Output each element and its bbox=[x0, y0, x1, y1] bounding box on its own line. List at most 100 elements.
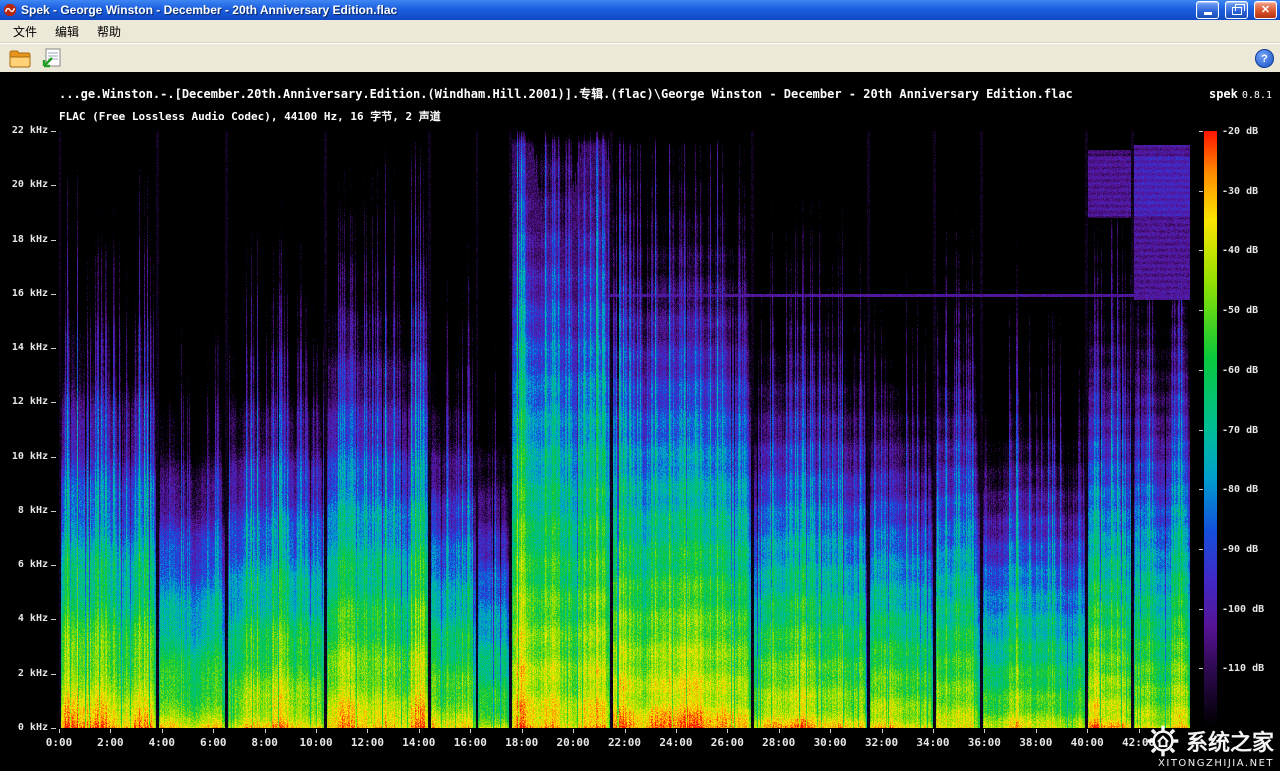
time-tick-mark bbox=[522, 729, 523, 733]
time-tick-label: 16:00 bbox=[450, 736, 490, 749]
freq-tick-mark bbox=[51, 511, 56, 512]
freq-tick-label: 10 kHz bbox=[4, 451, 48, 462]
freq-tick-label: 0 kHz bbox=[4, 722, 48, 733]
close-icon: ✕ bbox=[1261, 3, 1270, 17]
time-tick-label: 2:00 bbox=[90, 736, 130, 749]
freq-tick-mark bbox=[51, 674, 56, 675]
db-tick-mark bbox=[1199, 191, 1203, 192]
db-tick-mark bbox=[1199, 370, 1203, 371]
minimize-icon bbox=[1204, 12, 1212, 15]
time-tick-label: 38:00 bbox=[1016, 736, 1056, 749]
time-tick-label: 34:00 bbox=[913, 736, 953, 749]
freq-tick-label: 18 kHz bbox=[4, 234, 48, 245]
time-tick-mark bbox=[933, 729, 934, 733]
time-tick-label: 30:00 bbox=[810, 736, 850, 749]
db-tick-label: -100 dB bbox=[1222, 604, 1274, 615]
freq-tick-label: 14 kHz bbox=[4, 342, 48, 353]
time-tick-label: 12:00 bbox=[347, 736, 387, 749]
db-tick-mark bbox=[1199, 489, 1203, 490]
db-tick-label: -40 dB bbox=[1222, 245, 1274, 256]
db-tick-label: -30 dB bbox=[1222, 186, 1274, 197]
freq-tick-mark bbox=[51, 185, 56, 186]
db-tick-mark bbox=[1199, 430, 1203, 431]
time-tick-label: 18:00 bbox=[502, 736, 542, 749]
db-tick-label: -80 dB bbox=[1222, 484, 1274, 495]
menu-help[interactable]: 帮助 bbox=[88, 21, 130, 42]
time-tick-mark bbox=[367, 729, 368, 733]
menu-edit[interactable]: 编辑 bbox=[46, 21, 88, 42]
save-button[interactable] bbox=[37, 46, 64, 71]
time-tick-mark bbox=[727, 729, 728, 733]
menu-file[interactable]: 文件 bbox=[4, 21, 46, 42]
db-tick-label: -110 dB bbox=[1222, 663, 1274, 674]
db-tick-mark bbox=[1199, 310, 1203, 311]
spek-window: Spek - George Winston - December - 20th … bbox=[0, 0, 1280, 771]
freq-tick-label: 16 kHz bbox=[4, 288, 48, 299]
time-tick-mark bbox=[1036, 729, 1037, 733]
minimize-button[interactable] bbox=[1196, 1, 1219, 19]
time-tick-mark bbox=[419, 729, 420, 733]
time-tick-mark bbox=[573, 729, 574, 733]
save-icon bbox=[39, 47, 63, 71]
db-tick-mark bbox=[1199, 609, 1203, 610]
folder-open-icon bbox=[8, 47, 32, 71]
freq-tick-mark bbox=[51, 348, 56, 349]
freq-tick-mark bbox=[51, 565, 56, 566]
freq-tick-label: 20 kHz bbox=[4, 179, 48, 190]
time-tick-label: 40:00 bbox=[1067, 736, 1107, 749]
restore-button[interactable] bbox=[1225, 1, 1248, 19]
freq-tick-label: 4 kHz bbox=[4, 613, 48, 624]
time-tick-mark bbox=[213, 729, 214, 733]
time-tick-label: 22:00 bbox=[605, 736, 645, 749]
time-tick-label: 6:00 bbox=[193, 736, 233, 749]
time-tick-label: 26:00 bbox=[707, 736, 747, 749]
time-tick-label: 14:00 bbox=[399, 736, 439, 749]
app-version: spek 0.8.1 bbox=[1209, 85, 1272, 103]
db-tick-label: -20 dB bbox=[1222, 126, 1274, 137]
time-tick-mark bbox=[316, 729, 317, 733]
db-tick-label: -60 dB bbox=[1222, 365, 1274, 376]
freq-tick-label: 2 kHz bbox=[4, 668, 48, 679]
time-tick-label: 4:00 bbox=[142, 736, 182, 749]
time-tick-mark bbox=[1139, 729, 1140, 733]
time-tick-mark bbox=[676, 729, 677, 733]
time-tick-mark bbox=[110, 729, 111, 733]
app-name-label: spek bbox=[1209, 87, 1238, 101]
time-tick-mark bbox=[162, 729, 163, 733]
time-tick-mark bbox=[779, 729, 780, 733]
time-tick-mark bbox=[984, 729, 985, 733]
time-tick-label: 10:00 bbox=[296, 736, 336, 749]
title-bar[interactable]: Spek - George Winston - December - 20th … bbox=[0, 0, 1280, 20]
freq-tick-mark bbox=[51, 619, 56, 620]
time-tick-mark bbox=[59, 729, 60, 733]
window-title: Spek - George Winston - December - 20th … bbox=[21, 0, 1190, 20]
time-tick-mark bbox=[625, 729, 626, 733]
time-tick-label: 0:00 bbox=[39, 736, 79, 749]
db-tick-mark bbox=[1199, 250, 1203, 251]
freq-tick-mark bbox=[51, 294, 56, 295]
time-tick-label: 8:00 bbox=[245, 736, 285, 749]
format-info: FLAC (Free Lossless Audio Codec), 44100 … bbox=[59, 108, 441, 124]
freq-tick-mark bbox=[51, 402, 56, 403]
db-tick-label: -70 dB bbox=[1222, 425, 1274, 436]
db-tick-mark bbox=[1199, 549, 1203, 550]
help-icon[interactable]: ? bbox=[1255, 49, 1274, 68]
freq-tick-mark bbox=[51, 240, 56, 241]
freq-tick-mark bbox=[51, 131, 56, 132]
file-label: ...ge.Winston.-.[December.20th.Anniversa… bbox=[59, 85, 1189, 102]
close-button[interactable]: ✕ bbox=[1254, 1, 1277, 19]
freq-tick-label: 12 kHz bbox=[4, 396, 48, 407]
time-tick-label: 20:00 bbox=[553, 736, 593, 749]
watermark-title: 系统之家 bbox=[1186, 725, 1274, 757]
freq-tick-label: 22 kHz bbox=[4, 125, 48, 136]
watermark-gear-logo bbox=[1146, 724, 1180, 758]
db-tick-mark bbox=[1199, 131, 1203, 132]
app-version-number: 0.8.1 bbox=[1242, 90, 1272, 101]
restore-icon bbox=[1232, 7, 1242, 15]
menu-bar: 文件 编辑 帮助 bbox=[0, 20, 1280, 43]
time-tick-mark bbox=[265, 729, 266, 733]
open-file-button[interactable] bbox=[6, 46, 33, 71]
db-tick-mark bbox=[1199, 668, 1203, 669]
time-tick-mark bbox=[830, 729, 831, 733]
time-tick-label: 24:00 bbox=[656, 736, 696, 749]
